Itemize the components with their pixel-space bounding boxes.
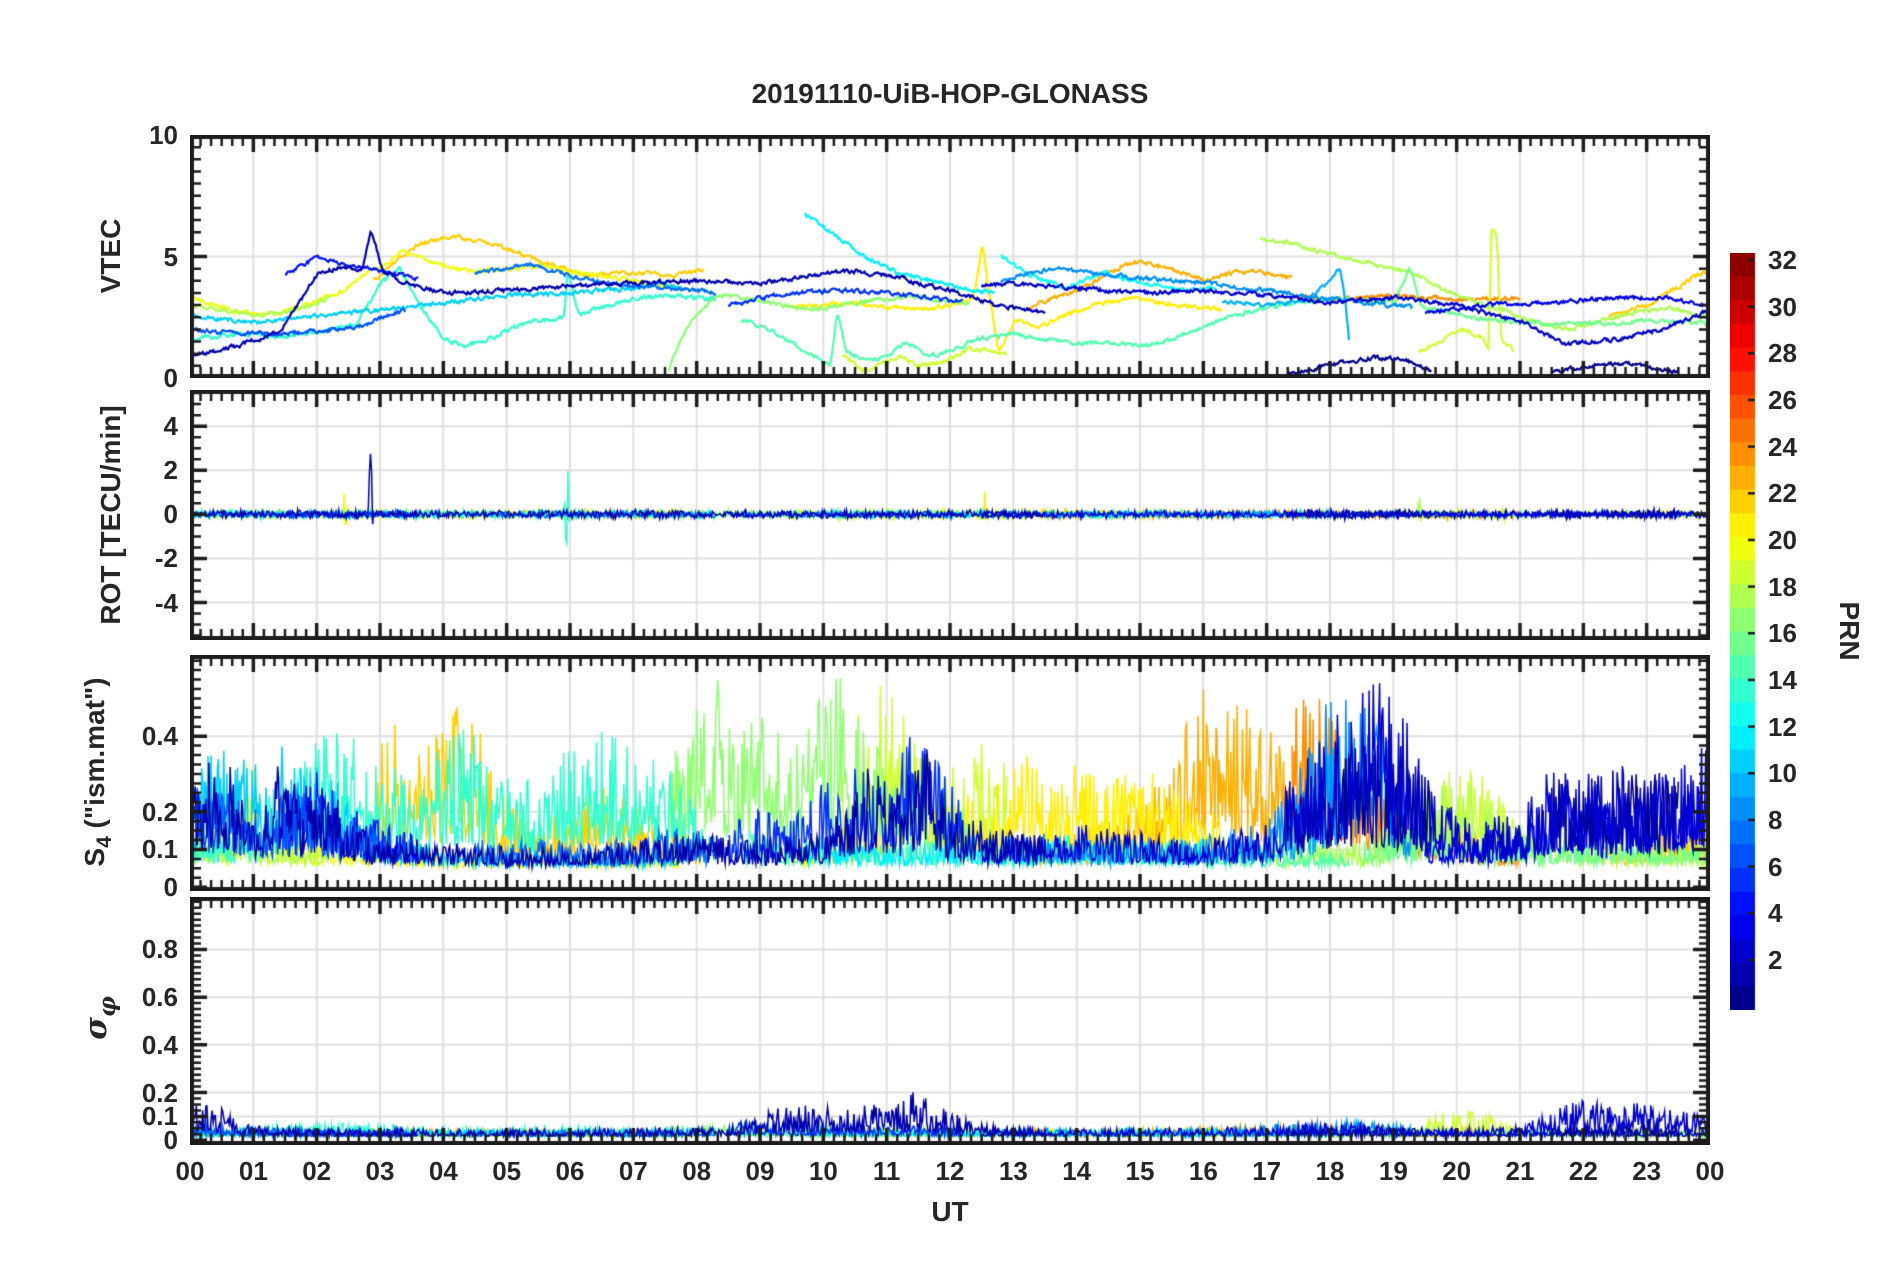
s4-ytick-label: 0.4 <box>141 721 178 752</box>
colorbar-tick-label: 18 <box>1768 571 1797 602</box>
vtec-ytick-label: 0 <box>163 363 178 393</box>
x-tick-label: 20 <box>1442 1156 1472 1186</box>
rot-ytick-label: -2 <box>154 543 178 574</box>
x-tick-label: 16 <box>1188 1156 1218 1186</box>
colorbar-tick-label: 4 <box>1768 898 1783 929</box>
x-tick-label: 17 <box>1252 1156 1282 1186</box>
colorbar-tick-label: 6 <box>1768 851 1783 882</box>
x-axis-label: UT <box>931 1196 969 1227</box>
x-tick-label: 19 <box>1378 1156 1408 1186</box>
s4-ytick-label: 0.1 <box>141 834 178 865</box>
colorbar-tick-label: 10 <box>1768 758 1797 789</box>
x-tick-label: 18 <box>1315 1156 1345 1186</box>
sp-ytick-label: 0.4 <box>141 1029 178 1060</box>
colorbar-tick-label: 8 <box>1768 804 1783 835</box>
x-tick-label: 22 <box>1568 1156 1598 1186</box>
figure: 20191110-UiB-HOP-GLONASS VTEC ROT [TECU/… <box>0 0 1902 1272</box>
x-tick-label: 06 <box>555 1156 585 1186</box>
x-tick-label: 15 <box>1125 1156 1155 1186</box>
sp-ytick-label: 0.6 <box>141 982 178 1013</box>
x-tick-label: 21 <box>1505 1156 1535 1186</box>
s4-ytick-label: 0 <box>163 872 178 903</box>
vtec-panel-canvas <box>190 135 1710 378</box>
x-tick-label: 09 <box>745 1156 775 1186</box>
x-tick-label: 10 <box>808 1156 838 1186</box>
x-tick-label: 23 <box>1632 1156 1662 1186</box>
colorbar-tick-label: 28 <box>1768 338 1797 369</box>
colorbar-tick-label: 24 <box>1768 431 1797 462</box>
vtec-ytick-label: 5 <box>163 241 178 272</box>
x-tick-label: 04 <box>428 1156 458 1186</box>
x-tick-label: 13 <box>998 1156 1028 1186</box>
colorbar-tick-label: 32 <box>1768 244 1797 275</box>
x-tick-label: 00 <box>1695 1156 1725 1186</box>
x-tick-label: 02 <box>302 1156 332 1186</box>
x-tick-label: 00 <box>175 1156 205 1186</box>
colorbar-canvas <box>1730 253 1765 1010</box>
sigma-phi-panel-canvas <box>190 897 1710 1145</box>
x-tick-label: 05 <box>492 1156 522 1186</box>
x-tick-label: 01 <box>238 1156 268 1186</box>
rot-ytick-label: 0 <box>163 499 178 530</box>
x-tick-label: 07 <box>618 1156 648 1186</box>
rot-ytick-label: -4 <box>154 587 178 618</box>
x-tick-label: 11 <box>872 1156 901 1186</box>
x-tick-label: 08 <box>682 1156 712 1186</box>
sp-ytick-label: 0 <box>163 1125 178 1156</box>
colorbar-tick-label: 2 <box>1768 944 1783 975</box>
rot-ytick-label: 4 <box>163 411 178 442</box>
colorbar-tick-label: 12 <box>1768 711 1797 742</box>
x-tick-label: 03 <box>365 1156 395 1186</box>
x-tick-label: 12 <box>935 1156 965 1186</box>
s4-panel-canvas <box>190 655 1710 891</box>
colorbar-tick-label: 14 <box>1768 664 1797 695</box>
chart-title: 20191110-UiB-HOP-GLONASS <box>751 78 1149 109</box>
vtec-ytick-label: 10 <box>149 120 178 150</box>
s4-ytick-label: 0.2 <box>141 796 178 827</box>
colorbar-tick-label: 20 <box>1768 524 1797 555</box>
colorbar-tick-label: 30 <box>1768 291 1797 322</box>
x-tick-label: 14 <box>1062 1156 1092 1186</box>
sp-ytick-label: 0.2 <box>141 1077 178 1108</box>
colorbar-tick-label: 22 <box>1768 478 1797 509</box>
colorbar-tick-label: 16 <box>1768 618 1797 649</box>
colorbar-label: PRN <box>1834 601 1865 661</box>
sp-ytick-label: 0.8 <box>141 934 178 965</box>
rot-ytick-label: 2 <box>163 455 178 486</box>
colorbar-tick-label: 26 <box>1768 384 1797 415</box>
rot-panel-canvas <box>190 390 1710 640</box>
